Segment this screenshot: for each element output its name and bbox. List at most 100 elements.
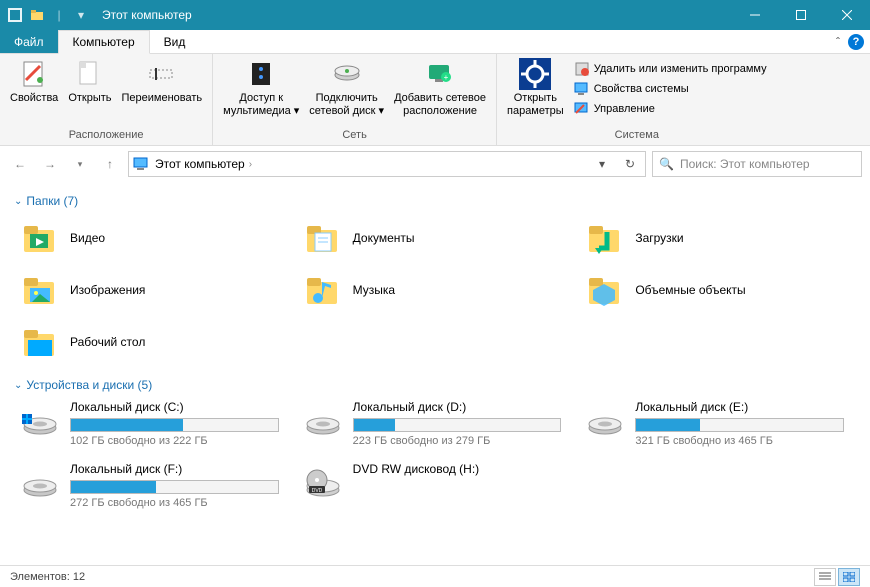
- drives-header-label: Устройства и диски (5): [26, 378, 152, 392]
- group-system-label: Система: [503, 129, 771, 143]
- rename-icon: [146, 58, 178, 90]
- media-access-icon: [245, 58, 277, 90]
- manage-icon: [574, 101, 590, 117]
- open-settings-button[interactable]: Открыть параметры: [503, 56, 568, 119]
- minimize-button[interactable]: [732, 0, 778, 30]
- manage-button[interactable]: Управление: [570, 100, 771, 118]
- folder-icon: [585, 270, 625, 310]
- manage-label: Управление: [594, 103, 655, 115]
- folders-header-label: Папки (7): [26, 194, 78, 208]
- this-pc-icon: [133, 156, 149, 172]
- folder-icon: [20, 322, 60, 362]
- search-icon: 🔍: [659, 157, 674, 171]
- drive-icon: [20, 400, 60, 440]
- folder-label: Объемные объекты: [635, 283, 745, 297]
- tiles-view-button[interactable]: [838, 568, 860, 586]
- folder-label: Загрузки: [635, 231, 683, 245]
- folder-item[interactable]: Объемные объекты: [585, 268, 856, 312]
- sys-props-icon: [574, 81, 590, 97]
- properties-icon: [18, 58, 50, 90]
- properties-label: Свойства: [10, 92, 58, 105]
- drive-item[interactable]: Локальный диск (C:) 102 ГБ свободно из 22…: [20, 400, 291, 454]
- search-box[interactable]: 🔍: [652, 151, 862, 177]
- address-bar[interactable]: Этот компьютер› ▾ ↻: [128, 151, 646, 177]
- drive-usage-bar: [70, 418, 279, 432]
- address-dropdown-icon[interactable]: ▾: [591, 153, 613, 175]
- drive-item[interactable]: Локальный диск (E:)321 ГБ свободно из 46…: [585, 400, 856, 454]
- drive-name: Локальный диск (F:): [70, 462, 279, 476]
- drive-name: Локальный диск (C:): [70, 400, 279, 414]
- drives-group-header[interactable]: ⌄ Устройства и диски (5): [14, 378, 856, 392]
- drive-status: 102 ГБ свободно из 222 ГБ: [70, 435, 279, 447]
- rename-button[interactable]: Переименовать: [118, 56, 207, 107]
- uninstall-icon: [574, 61, 590, 77]
- forward-button[interactable]: →: [38, 152, 62, 176]
- drive-item[interactable]: DVDDVD RW дисковод (H:): [303, 462, 574, 516]
- folder-label: Рабочий стол: [70, 335, 145, 349]
- folders-group-header[interactable]: ⌄ Папки (7): [14, 194, 856, 208]
- map-drive-label: Подключить сетевой диск ▾: [309, 92, 384, 117]
- folder-icon: [20, 270, 60, 310]
- menu-bar: Файл Компьютер Вид ˆ ?: [0, 30, 870, 54]
- open-icon: [74, 58, 106, 90]
- file-menu[interactable]: Файл: [0, 30, 58, 53]
- help-icon[interactable]: ?: [848, 34, 864, 50]
- ribbon: Свойства Открыть Переименовать Расположе…: [0, 54, 870, 146]
- folder-icon[interactable]: [30, 8, 44, 22]
- maximize-button[interactable]: [778, 0, 824, 30]
- folder-label: Документы: [353, 231, 415, 245]
- map-drive-button[interactable]: Подключить сетевой диск ▾: [305, 56, 388, 119]
- uninstall-program-button[interactable]: Удалить или изменить программу: [570, 60, 771, 78]
- back-button[interactable]: ←: [8, 152, 32, 176]
- title-bar: | ▾ Этот компьютер: [0, 0, 870, 30]
- details-view-button[interactable]: [814, 568, 836, 586]
- up-button[interactable]: ↑: [98, 152, 122, 176]
- ribbon-group-location: Свойства Открыть Переименовать Расположе…: [0, 54, 213, 145]
- media-access-button[interactable]: Доступ к мультимедиа ▾: [219, 56, 303, 119]
- system-properties-button[interactable]: Свойства системы: [570, 80, 771, 98]
- folder-label: Видео: [70, 231, 105, 245]
- search-input[interactable]: [680, 157, 855, 171]
- drive-status: 272 ГБ свободно из 465 ГБ: [70, 497, 279, 509]
- drive-usage-bar: [635, 418, 844, 432]
- drive-usage-bar: [70, 480, 279, 494]
- collapse-ribbon-icon[interactable]: ˆ: [836, 35, 840, 49]
- breadcrumb[interactable]: Этот компьютер›: [155, 157, 252, 171]
- chevron-down-icon: ⌄: [14, 380, 22, 391]
- folder-item[interactable]: Видео: [20, 216, 291, 260]
- quick-access-icons: | ▾: [0, 8, 96, 22]
- folder-item[interactable]: Музыка: [303, 268, 574, 312]
- drive-item[interactable]: Локальный диск (D:) 223 ГБ свободно из 27…: [303, 400, 574, 454]
- folder-item[interactable]: Документы: [303, 216, 574, 260]
- content-area: ⌄ Папки (7) Видео Документы Загрузки Изобра…: [0, 182, 870, 565]
- view-mode-buttons: [814, 568, 860, 586]
- tab-computer[interactable]: Компьютер: [58, 30, 150, 54]
- tab-view[interactable]: Вид: [150, 30, 201, 53]
- drive-item[interactable]: Локальный диск (F:) 272 ГБ свободно из 46…: [20, 462, 291, 516]
- svg-text:DVD: DVD: [311, 488, 322, 494]
- drives-grid: Локальный диск (C:) 102 ГБ свободно из 22…: [20, 400, 856, 516]
- folder-item[interactable]: Изображения: [20, 268, 291, 312]
- open-button[interactable]: Открыть: [64, 56, 115, 107]
- recent-dropdown[interactable]: ▾: [68, 152, 92, 176]
- drive-name: Локальный диск (D:): [353, 400, 562, 414]
- folder-icon: [303, 218, 343, 258]
- drive-usage-bar: [353, 418, 562, 432]
- folder-item[interactable]: Загрузки: [585, 216, 856, 260]
- folders-grid: Видео Документы Загрузки Изображения Музыка О…: [20, 216, 856, 364]
- refresh-button[interactable]: ↻: [619, 153, 641, 175]
- folder-item[interactable]: Рабочий стол: [20, 320, 291, 364]
- properties-button[interactable]: Свойства: [6, 56, 62, 107]
- add-netloc-label: Добавить сетевое расположение: [394, 92, 486, 117]
- drive-status: 223 ГБ свободно из 279 ГБ: [353, 435, 562, 447]
- add-netloc-button[interactable]: + Добавить сетевое расположение: [390, 56, 490, 119]
- close-button[interactable]: [824, 0, 870, 30]
- dropdown-icon[interactable]: ▾: [74, 8, 88, 22]
- svg-text:+: +: [444, 73, 449, 82]
- app-icon: [8, 8, 22, 22]
- rename-label: Переименовать: [122, 92, 203, 105]
- open-label: Открыть: [68, 92, 111, 105]
- drive-status: 321 ГБ свободно из 465 ГБ: [635, 435, 844, 447]
- ribbon-group-system: Открыть параметры Удалить или изменить п…: [497, 54, 777, 145]
- status-bar: Элементов: 12: [0, 565, 870, 587]
